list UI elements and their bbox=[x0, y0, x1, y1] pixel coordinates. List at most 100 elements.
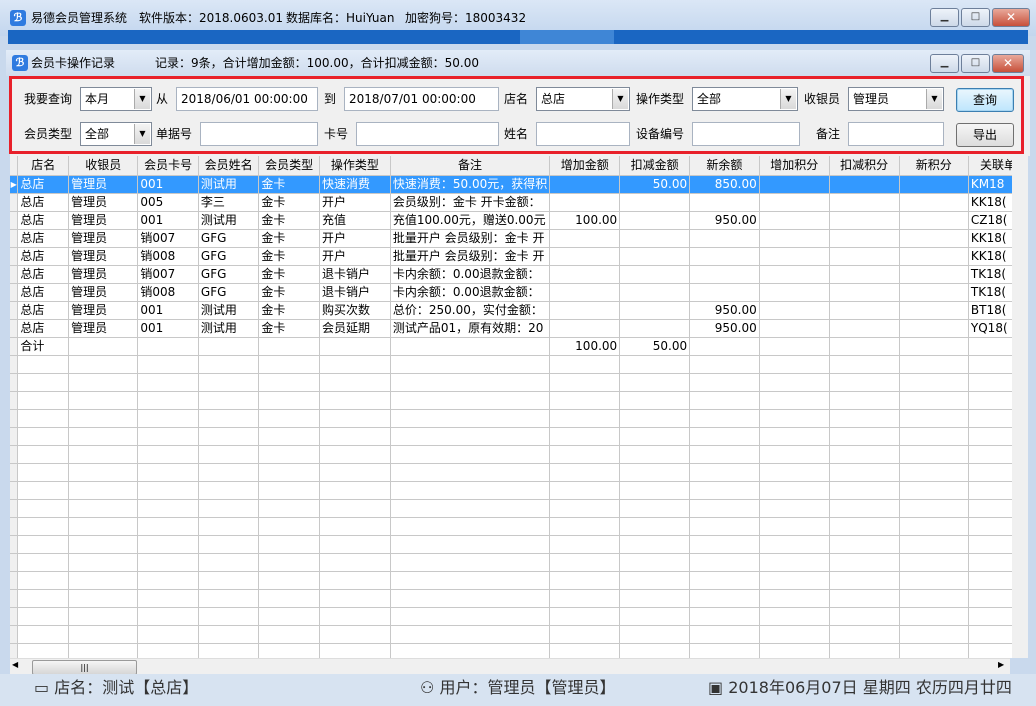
table-cell[interactable]: 管理员 bbox=[68, 175, 139, 194]
table-cell[interactable]: 金卡 bbox=[258, 301, 320, 320]
table-cell[interactable]: 金卡 bbox=[258, 283, 320, 302]
table-cell[interactable] bbox=[689, 247, 760, 266]
table-row[interactable]: 总店 管理员 001 测试用 金卡 购买次数 总价：250.00，实付金额： 950.00 BT… bbox=[10, 301, 1028, 320]
records-grid[interactable]: 店名 收银员 会员卡号 会员姓名 会员类型 操作类型 备注 增加金额 扣减金额 新余额 增加积分 扣减… bbox=[10, 156, 1028, 658]
table-cell[interactable] bbox=[689, 229, 760, 248]
table-cell[interactable] bbox=[759, 211, 830, 230]
column-header[interactable]: 操作类型 bbox=[319, 156, 391, 176]
table-cell[interactable]: 批量开户 会员级别：金卡 开 bbox=[390, 229, 551, 248]
table-cell[interactable]: 50.00 bbox=[619, 175, 691, 194]
table-cell[interactable] bbox=[759, 247, 830, 266]
table-cell[interactable]: 总店 bbox=[17, 283, 70, 302]
table-cell[interactable]: 开户 bbox=[319, 229, 391, 248]
column-header[interactable]: 增加金额 bbox=[549, 156, 621, 176]
table-cell[interactable] bbox=[829, 211, 900, 230]
table-cell[interactable] bbox=[829, 319, 900, 338]
table-cell[interactable]: 管理员 bbox=[68, 229, 139, 248]
table-cell[interactable] bbox=[899, 319, 969, 338]
table-cell[interactable]: 充值 bbox=[319, 211, 391, 230]
table-cell[interactable]: 950.00 bbox=[689, 301, 760, 320]
table-cell[interactable]: 950.00 bbox=[689, 319, 760, 338]
table-cell[interactable] bbox=[549, 247, 621, 266]
table-cell[interactable]: 金卡 bbox=[258, 265, 320, 284]
table-cell[interactable] bbox=[619, 211, 691, 230]
table-cell[interactable] bbox=[829, 337, 900, 356]
table-cell[interactable]: 金卡 bbox=[258, 175, 320, 194]
table-cell[interactable]: 管理员 bbox=[68, 319, 139, 338]
table-cell[interactable]: 合计 bbox=[17, 337, 70, 356]
table-row[interactable]: 总店 管理员 销007 GFG 金卡 退卡销户 卡内余额：0.00退款金额： TK18( bbox=[10, 265, 1028, 284]
column-header[interactable]: 收银员 bbox=[68, 156, 139, 176]
table-cell[interactable] bbox=[689, 265, 760, 284]
column-header[interactable]: 新积分 bbox=[899, 156, 969, 176]
table-cell[interactable] bbox=[899, 247, 969, 266]
table-cell[interactable]: 金卡 bbox=[258, 229, 320, 248]
table-cell[interactable]: GFG bbox=[198, 283, 260, 302]
table-cell[interactable]: 销008 bbox=[137, 283, 199, 302]
scroll-right-icon[interactable]: ▶ bbox=[998, 660, 1004, 669]
table-cell[interactable]: 总店 bbox=[17, 175, 70, 194]
table-cell[interactable] bbox=[759, 193, 830, 212]
column-header[interactable]: 会员姓名 bbox=[198, 156, 260, 176]
table-cell[interactable]: 001 bbox=[137, 319, 199, 338]
table-cell[interactable]: 开户 bbox=[319, 247, 391, 266]
column-header[interactable]: 增加积分 bbox=[759, 156, 830, 176]
table-cell[interactable] bbox=[319, 337, 391, 356]
table-cell[interactable]: 测试用 bbox=[198, 175, 260, 194]
table-cell[interactable]: 测试产品01，原有效期：20 bbox=[390, 319, 551, 338]
table-cell[interactable]: 金卡 bbox=[258, 247, 320, 266]
table-cell[interactable] bbox=[68, 337, 139, 356]
table-row[interactable]: 总店 管理员 001 测试用 金卡 充值 充值100.00元，赠送0.00元 100.00 95… bbox=[10, 211, 1028, 230]
table-cell[interactable]: 会员级别：金卡 开卡金额： bbox=[390, 193, 551, 212]
table-cell[interactable] bbox=[899, 211, 969, 230]
table-row[interactable]: 总店 管理员 001 测试用 金卡 会员延期 测试产品01，原有效期：20 950.00 YQ1… bbox=[10, 319, 1028, 338]
table-cell[interactable] bbox=[689, 193, 760, 212]
table-cell[interactable]: 005 bbox=[137, 193, 199, 212]
table-cell[interactable]: 001 bbox=[137, 175, 199, 194]
table-cell[interactable] bbox=[198, 337, 260, 356]
child-minimize-button[interactable]: ▁ bbox=[930, 54, 959, 73]
scrollbar-thumb[interactable]: ||| bbox=[32, 660, 137, 675]
table-cell[interactable] bbox=[689, 337, 760, 356]
table-cell[interactable] bbox=[829, 193, 900, 212]
table-cell[interactable] bbox=[549, 265, 621, 284]
column-header[interactable]: 店名 bbox=[17, 156, 70, 176]
table-cell[interactable] bbox=[899, 265, 969, 284]
table-cell[interactable]: 销008 bbox=[137, 247, 199, 266]
table-cell[interactable] bbox=[899, 337, 969, 356]
horizontal-scrollbar[interactable]: ◀ ||| ▶ bbox=[10, 658, 1010, 675]
table-cell[interactable]: 快速消费：50.00元，获得积 bbox=[390, 175, 551, 194]
column-header[interactable]: 备注 bbox=[390, 156, 551, 176]
table-cell[interactable] bbox=[759, 319, 830, 338]
table-cell[interactable] bbox=[619, 265, 691, 284]
table-row[interactable]: 总店 管理员 销008 GFG 金卡 开户 批量开户 会员级别：金卡 开 KK18( bbox=[10, 247, 1028, 266]
table-cell[interactable] bbox=[549, 319, 621, 338]
table-cell[interactable]: 管理员 bbox=[68, 283, 139, 302]
table-cell[interactable]: 快速消费 bbox=[319, 175, 391, 194]
child-close-button[interactable]: ✕ bbox=[992, 54, 1024, 73]
table-cell[interactable] bbox=[390, 337, 551, 356]
table-cell[interactable] bbox=[829, 301, 900, 320]
table-cell[interactable]: 测试用 bbox=[198, 319, 260, 338]
table-cell[interactable] bbox=[829, 247, 900, 266]
table-cell[interactable]: 总店 bbox=[17, 229, 70, 248]
table-cell[interactable]: 管理员 bbox=[68, 247, 139, 266]
table-cell[interactable] bbox=[549, 229, 621, 248]
table-cell[interactable]: 开户 bbox=[319, 193, 391, 212]
table-cell[interactable] bbox=[899, 229, 969, 248]
table-cell[interactable]: 销007 bbox=[137, 265, 199, 284]
table-cell[interactable]: 100.00 bbox=[549, 211, 621, 230]
table-cell[interactable]: 总店 bbox=[17, 319, 70, 338]
table-row[interactable]: 总店 管理员 销008 GFG 金卡 退卡销户 卡内余额：0.00退款金额： TK18( bbox=[10, 283, 1028, 302]
table-cell[interactable]: GFG bbox=[198, 247, 260, 266]
table-cell[interactable]: 总价：250.00，实付金额： bbox=[390, 301, 551, 320]
column-header[interactable]: 扣减积分 bbox=[829, 156, 900, 176]
table-cell[interactable]: 卡内余额：0.00退款金额： bbox=[390, 283, 551, 302]
table-cell[interactable]: 李三 bbox=[198, 193, 260, 212]
table-cell[interactable] bbox=[759, 283, 830, 302]
table-cell[interactable] bbox=[619, 301, 691, 320]
close-button[interactable]: ✕ bbox=[992, 8, 1030, 27]
table-cell[interactable] bbox=[549, 301, 621, 320]
table-row[interactable]: 总店 管理员 销007 GFG 金卡 开户 批量开户 会员级别：金卡 开 KK18( bbox=[10, 229, 1028, 248]
table-cell[interactable]: 001 bbox=[137, 301, 199, 320]
